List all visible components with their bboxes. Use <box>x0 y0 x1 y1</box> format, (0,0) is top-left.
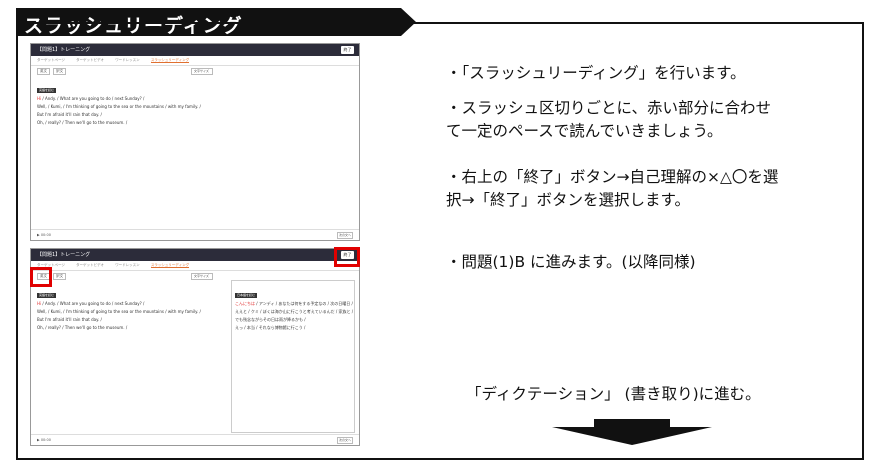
sentence-line: Oh, / really? / Then we'll go to the mus… <box>37 120 128 125</box>
next-sentence-button[interactable]: 次の文へ <box>337 437 353 444</box>
tab-slash-reading[interactable]: スラッシュリーディング <box>150 263 190 268</box>
font-size-select[interactable]: 文字サイズ <box>191 273 213 280</box>
tab-target-video[interactable]: ターゲットビデオ <box>76 58 104 62</box>
app-header-title: 【問題1】トレーニング <box>37 47 91 53</box>
time-readout: 00:00 <box>40 233 51 237</box>
japanese-toggle[interactable]: 訳文 <box>53 273 67 280</box>
highlight-end-button <box>334 247 360 267</box>
read-english-badge: 英語を読む <box>37 293 57 298</box>
sentence-line: But I'm afraid it'll rain that day. / <box>37 112 102 117</box>
translation-line: えっ / 本当 / それなら博物館に行こう / <box>235 325 306 330</box>
translation-line: でも残念ながらその日は雨が降るかも / <box>235 317 306 322</box>
next-step-text: 「ディクテーション」 (書き取り)に進む。 <box>466 385 761 403</box>
tab-slash-reading[interactable]: スラッシュリーディング <box>150 58 190 63</box>
font-size-select[interactable]: 文字サイズ <box>191 68 213 75</box>
tab-target-page[interactable]: ターゲットページ <box>37 58 65 62</box>
app-toolbar: 英文 訳文 文字サイズ <box>31 66 359 76</box>
highlight-toggle-pills <box>30 267 52 287</box>
translation-line: ええと / クミ / ぼくは海か山に行こうと考えているんだ / 家族と / <box>235 309 354 314</box>
app-header-title: 【問題1】トレーニング <box>37 252 91 258</box>
note-line: て一定のペースで読んでいきましょう。 <box>446 122 723 140</box>
note-line: ・スラッシュ区切りごとに、赤い部分に合わせ <box>446 99 772 117</box>
next-sentence-button[interactable]: 次の文へ <box>337 232 353 239</box>
japanese-toggle[interactable]: 訳文 <box>53 68 67 75</box>
play-icon[interactable]: ▶ <box>37 438 40 442</box>
note-line: ・右上の「終了」ボタン→自己理解の×△〇を選 <box>446 168 779 186</box>
player-bar: ▶ 00:00 次の文へ <box>31 434 359 445</box>
tab-word-lesson[interactable]: ワードレッスン <box>115 263 140 267</box>
time-readout: 00:00 <box>40 438 51 442</box>
app-header: 【問題1】トレーニング 終了 <box>31 44 359 56</box>
app-tabs: ターゲットページ ターゲットビデオ ワードレッスン スラッシュリーディング <box>31 56 359 66</box>
sentence-line: Hi / Andy. / What are you going to do / … <box>37 96 145 101</box>
app-header: 【問題1】トレーニング 終了 <box>31 249 359 261</box>
sentence-line: Well, / Kumi, / I'm thinking of going to… <box>37 104 201 109</box>
player-bar: ▶ 00:00 次の文へ <box>31 229 359 240</box>
read-japanese-badge: 日本語を読む <box>235 293 258 298</box>
translation-line: こんにちは / アンディ / あなたは何をする予定なの / 次の日曜日 / <box>235 301 353 306</box>
app-screenshot-1: 【問題1】トレーニング 終了 ターゲットページ ターゲットビデオ ワードレッスン… <box>30 43 360 241</box>
end-button[interactable]: 終了 <box>341 46 354 54</box>
note-line: ・問題(1)B に進みます。(以降同様) <box>446 253 696 271</box>
note-line: 択→「終了」ボタンを選択します。 <box>446 191 690 209</box>
app-screenshot-2: 【問題1】トレーニング 終了 ターゲットページ ターゲットビデオ ワードレッスン… <box>30 248 360 446</box>
english-toggle[interactable]: 英文 <box>37 68 50 75</box>
translation-panel: 日本語を読む こんにちは / アンディ / あなたは何をする予定なの / 次の日… <box>231 280 355 433</box>
app-tabs: ターゲットページ ターゲットビデオ ワードレッスン スラッシュリーディング <box>31 261 359 271</box>
play-icon[interactable]: ▶ <box>37 233 40 237</box>
tab-target-video[interactable]: ターゲットビデオ <box>76 263 104 267</box>
note-line: ・「スラッシュリーディング」を行います。 <box>446 64 746 82</box>
down-arrow-icon <box>552 419 712 445</box>
read-english-badge: 英語を読む <box>37 88 57 93</box>
tab-word-lesson[interactable]: ワードレッスン <box>115 58 140 62</box>
